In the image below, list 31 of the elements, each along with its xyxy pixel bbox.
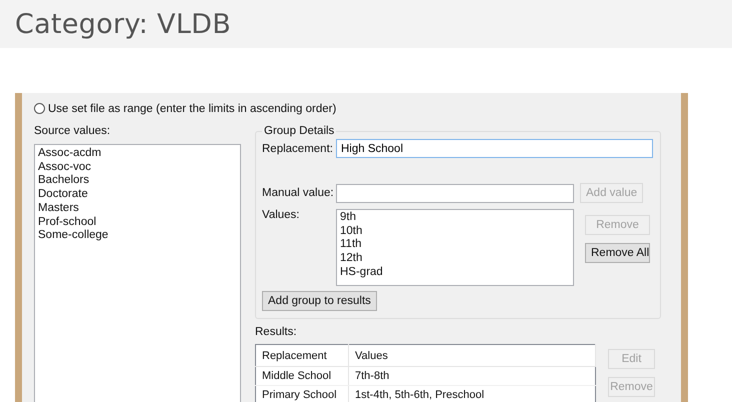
source-values-label: Source values: [34, 125, 112, 139]
list-item[interactable]: HS-grad [340, 266, 570, 280]
list-item[interactable]: 12th [340, 252, 570, 266]
results-label: Results: [255, 326, 298, 340]
list-item[interactable]: Some-college [38, 229, 237, 243]
list-item[interactable]: 11th [340, 238, 570, 252]
column-header[interactable]: Replacement [256, 344, 348, 366]
table-cell: 7th-8th [348, 366, 596, 386]
table-cell: Primary School [256, 386, 348, 402]
page-title: Category: VLDB [15, 8, 232, 40]
list-item[interactable]: Assoc-voc [38, 160, 237, 174]
list-item[interactable]: 9th [340, 211, 570, 225]
list-item[interactable]: 10th [340, 224, 570, 238]
manual-value-field[interactable] [336, 184, 574, 202]
list-item[interactable]: Bachelors [38, 174, 237, 188]
remove-all-button[interactable]: Remove All [585, 243, 650, 263]
manual-value-label: Manual value: [262, 187, 335, 199]
column-header[interactable]: Values [348, 344, 596, 366]
radio-label: Use set file as range (enter the limits in ascending order) [48, 102, 336, 114]
replacement-field[interactable]: High School [336, 139, 653, 158]
replacement-label: Replacement: [262, 142, 334, 154]
list-item[interactable]: Assoc-acdm [38, 147, 237, 161]
list-item[interactable]: Prof-school [38, 216, 237, 230]
list-item[interactable]: Masters [38, 202, 237, 216]
list-item[interactable]: Doctorate [38, 188, 237, 202]
table-cell: Middle School [256, 366, 348, 386]
table-cell: 1st-4th, 5th-6th, Preschool [348, 386, 596, 402]
group-details-legend: Group Details [262, 125, 336, 137]
values-label: Values: [262, 209, 301, 221]
radio-button[interactable] [34, 103, 45, 114]
add-group-button[interactable]: Add group to results [262, 291, 377, 311]
